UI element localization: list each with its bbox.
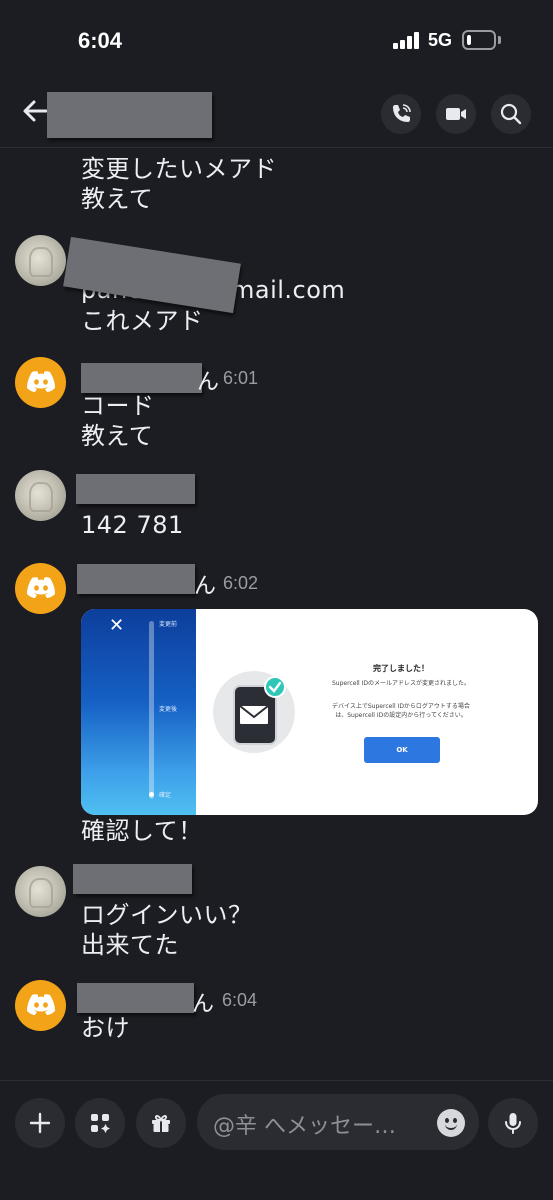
redacted-username [81,363,202,393]
apps-sparkle-icon [91,1114,110,1133]
message-timestamp: 6:04 [222,990,258,1010]
signal-icon [393,32,421,49]
emoji-icon[interactable] [437,1109,465,1137]
dialog-title: 完了しました！ [373,664,429,673]
plus-icon [29,1112,51,1134]
battery-icon [462,30,496,50]
message-timestamp: 6:02 [223,573,259,593]
avatar[interactable] [15,563,66,614]
microphone-icon [505,1113,521,1134]
message-text-line: 確認して！ [81,817,203,845]
search-button[interactable] [491,94,531,134]
close-icon: ✕ [109,615,125,636]
discord-logo-icon [27,577,55,598]
checkmark-icon [264,676,286,698]
ok-button: OK [364,737,440,763]
back-arrow-icon[interactable] [20,96,50,126]
voice-message-button[interactable] [488,1098,538,1148]
message-text-line: 変更したいメアド [81,155,277,183]
search-icon [500,103,522,125]
redacted-username [73,864,192,894]
chat-header [0,80,553,148]
embed-side-panel: ✕ 変更前 変更後 確定 [81,609,196,815]
message-text-line: コード [81,392,155,420]
attach-button[interactable] [15,1098,65,1148]
composer-bar: @辛 へメッセー… [0,1080,553,1200]
avatar[interactable] [15,235,66,286]
status-time: 6:04 [78,28,123,53]
message-timestamp: 6:01 [223,368,259,388]
image-attachment[interactable]: ✕ 変更前 変更後 確定 完了しました！ Supercell IDのメールアドレ… [81,609,538,815]
message-text-line: ログインいい？ [81,901,253,929]
envelope-icon [239,705,269,724]
discord-logo-icon [27,994,55,1015]
gift-button[interactable] [136,1098,186,1148]
redacted-username [77,564,195,594]
avatar[interactable] [15,357,66,408]
gift-icon [152,1115,170,1132]
message-text-line: 142 781 [81,511,184,539]
message-text-line: 教えて [81,422,154,450]
progress-track [149,621,154,799]
avatar[interactable] [15,866,66,917]
status-bar: 6:04 5G [0,0,553,80]
progress-dot [149,792,154,797]
voice-call-button[interactable] [381,94,421,134]
video-camera-icon [446,108,466,120]
message-text-line: mail.com [231,276,346,304]
step-label: 確定 [159,792,172,799]
username-tail: ん [197,370,220,395]
message-input-placeholder: @辛 へメッセー… [213,1114,396,1139]
phone-icon [393,104,411,122]
username-tail: ん [192,992,215,1017]
redacted-username [76,474,195,504]
message-text-line: 出来てた [81,931,179,959]
step-label: 変更後 [159,706,178,713]
message-text-line: おけ [81,1014,130,1042]
battery-cap [498,36,501,44]
dialog-body: デバイス上でSupercell IDからログアウトする場合は、Supercell… [332,703,470,719]
video-call-button[interactable] [436,94,476,134]
redacted-channel-name [47,92,212,138]
step-label: 変更前 [159,621,178,628]
message-input[interactable]: @辛 へメッセー… [197,1094,479,1150]
redacted-username [77,983,194,1013]
username-tail: ん [194,574,217,599]
network-type: 5G [428,30,453,50]
avatar[interactable] [15,980,66,1031]
message-text-line: これメアド [81,307,204,335]
apps-button[interactable] [75,1098,125,1148]
dialog-body: Supercell IDのメールアドレスが変更されました。 [331,680,471,687]
avatar[interactable] [15,470,66,521]
discord-logo-icon [27,371,55,392]
message-text-line: 教えて [81,185,154,213]
